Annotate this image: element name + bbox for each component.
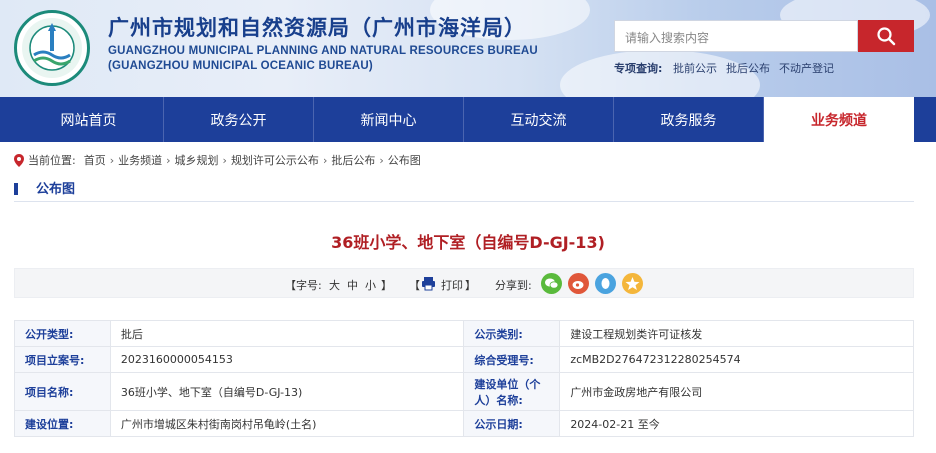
breadcrumb-separator: › — [109, 153, 115, 167]
article-title: 36班小学、地下室（自编号D-GJ-13) — [331, 233, 605, 252]
breadcrumb-separator: › — [166, 153, 171, 167]
value-notice-category: 建设工程规划类许可证核发 — [559, 320, 914, 347]
nav-item-services[interactable]: 政务服务 — [614, 97, 764, 142]
breadcrumb-item-home[interactable]: 首页 — [84, 152, 106, 168]
value-project-name: 36班小学、地下室（自编号D-GJ-13) — [109, 372, 465, 411]
value-acceptance-no: zcMB2D276472312280254574 — [559, 346, 914, 373]
label-project-case-no: 项目立案号: — [14, 346, 111, 373]
label-disclosure-type: 公开类型: — [14, 320, 111, 347]
site-header: 广州市规划和自然资源局（广州市海洋局） GUANGZHOU MUNICIPAL … — [0, 0, 936, 97]
table-row: 项目立案号: 2023160000054153 综合受理号: zcMB2D276… — [14, 346, 914, 373]
qzone-icon[interactable] — [622, 273, 643, 294]
label-acceptance-no: 综合受理号: — [463, 346, 561, 373]
site-subtitle-english: (GUANGZHOU MUNICIPAL OCEANIC BUREAU) — [108, 60, 373, 72]
bureau-logo[interactable] — [14, 10, 90, 86]
section-marker — [14, 183, 18, 195]
breadcrumb-item-post-approval[interactable]: 批后公布 — [331, 152, 375, 168]
breadcrumb-label: 当前位置: — [28, 154, 76, 167]
font-size-close-bracket: 】 — [381, 279, 392, 292]
breadcrumb: 当前位置: 首页 › 业务频道 › 城乡规划 › 规划许可公示公布 › 批后公布… — [14, 152, 421, 168]
site-title-english: GUANGZHOU MUNICIPAL PLANNING AND NATURAL… — [108, 45, 538, 57]
value-project-case-no: 2023160000054153 — [109, 346, 465, 373]
quick-link-post-approval[interactable]: 批后公布 — [726, 60, 770, 76]
quick-link-pre-approval[interactable]: 批前公示 — [673, 60, 717, 76]
table-row: 公开类型: 批后 公示类别: 建设工程规划类许可证核发 — [14, 320, 914, 347]
value-location: 广州市增城区朱村街南岗村吊龟岭(土名) — [109, 410, 465, 437]
article-toolbar: 【字号: 大 中 小 】 【 打印 】 分享到: — [14, 268, 914, 298]
search-button[interactable] — [858, 20, 914, 52]
label-location: 建设位置: — [14, 410, 111, 437]
label-notice-date: 公示日期: — [463, 410, 561, 437]
font-size-large[interactable]: 大 — [329, 277, 340, 293]
breadcrumb-item-current[interactable]: 公布图 — [388, 152, 421, 168]
location-pin-icon — [14, 153, 24, 167]
label-project-name: 项目名称: — [14, 372, 111, 411]
print-close-bracket: 】 — [465, 279, 476, 292]
info-table: 公开类型: 批后 公示类别: 建设工程规划类许可证核发 项目立案号: 20231… — [14, 320, 914, 437]
weibo-icon[interactable] — [568, 273, 589, 294]
share-label: 分享到: — [495, 279, 532, 292]
breadcrumb-separator: › — [379, 153, 384, 167]
value-notice-date: 2024-02-21 至今 — [559, 410, 914, 437]
value-developer-name: 广州市金政房地产有限公司 — [559, 372, 914, 411]
nav-item-gov-affairs[interactable]: 政务公开 — [164, 97, 314, 142]
font-size-small[interactable]: 小 — [365, 277, 376, 293]
nav-item-interaction[interactable]: 互动交流 — [464, 97, 614, 142]
search-icon — [877, 27, 896, 46]
printer-icon[interactable] — [421, 276, 436, 291]
section-title: 公布图 — [36, 182, 76, 197]
search-input[interactable]: 请输入搜索内容 — [614, 20, 858, 52]
quick-link-real-estate[interactable]: 不动产登记 — [779, 60, 834, 76]
main-nav: 网站首页 政务公开 新闻中心 互动交流 政务服务 业务频道 — [0, 97, 936, 142]
wechat-icon[interactable] — [541, 273, 562, 294]
nav-item-home[interactable]: 网站首页 — [14, 97, 164, 142]
breadcrumb-separator: › — [322, 153, 328, 167]
label-notice-category: 公示类别: — [463, 320, 561, 347]
label-developer-name: 建设单位（个人）名称: — [463, 372, 561, 411]
table-row: 项目名称: 36班小学、地下室（自编号D-GJ-13) 建设单位（个人）名称: … — [14, 372, 914, 411]
qq-icon[interactable] — [595, 273, 616, 294]
print-open-bracket: 【 — [409, 279, 420, 292]
breadcrumb-item-planning[interactable]: 城乡规划 — [175, 152, 219, 168]
nav-item-news[interactable]: 新闻中心 — [314, 97, 464, 142]
breadcrumb-separator: › — [222, 153, 227, 167]
nav-item-business[interactable]: 业务频道 — [764, 97, 914, 142]
font-size-medium[interactable]: 中 — [347, 277, 358, 293]
breadcrumb-item-business[interactable]: 业务频道 — [118, 152, 162, 168]
logo-emblem-icon — [22, 18, 82, 78]
site-title: 广州市规划和自然资源局（广州市海洋局） — [108, 16, 526, 40]
font-size-label: 【字号: — [285, 279, 322, 292]
table-row: 建设位置: 广州市增城区朱村街南岗村吊龟岭(土名) 公示日期: 2024-02-… — [14, 410, 914, 437]
print-link[interactable]: 打印 — [441, 277, 463, 293]
section-heading: 公布图 — [14, 176, 914, 202]
value-disclosure-type: 批后 — [109, 320, 465, 347]
quick-query-label: 专项查询: — [614, 62, 663, 75]
breadcrumb-item-permits[interactable]: 规划许可公示公布 — [231, 152, 319, 168]
